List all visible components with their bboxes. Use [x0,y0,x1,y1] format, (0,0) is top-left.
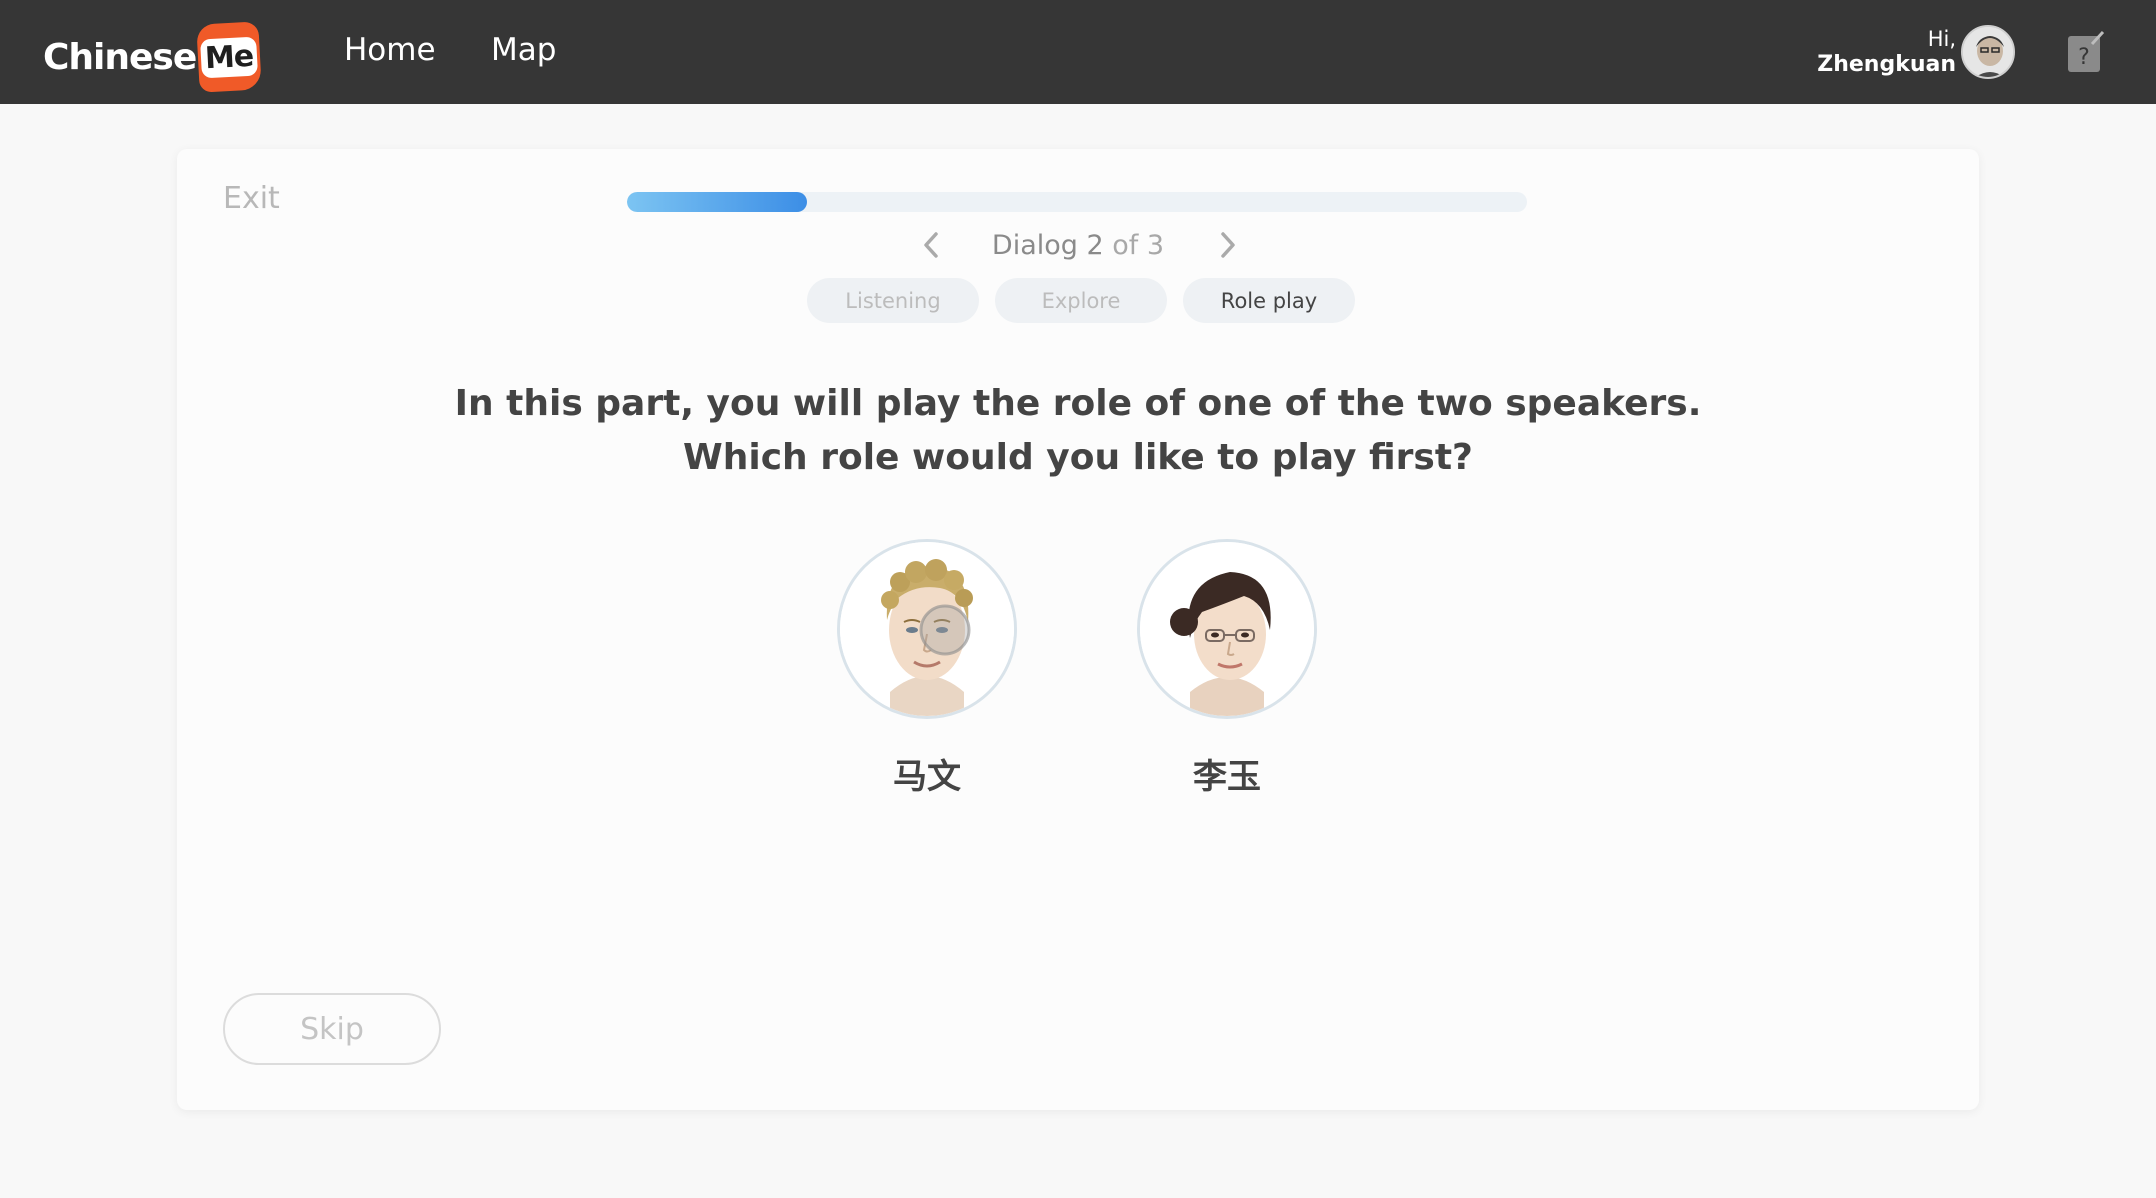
dialog-current: Dialog 2 [991,229,1104,261]
skip-button[interactable]: Skip [223,993,441,1065]
top-navbar: Chinese Me Home Map Hi, Zhengkuan ? [0,0,2156,104]
mode-tabs: Listening Explore Role play [177,278,1979,323]
logo-badge: Me [196,21,263,93]
dialog-navigation: Dialog 2 of 3 [177,225,1979,265]
logo-badge-text: Me [200,36,259,78]
user-greeting: Hi, Zhengkuan [1817,26,1956,78]
tab-explore[interactable]: Explore [995,278,1167,323]
role-name: 马文 [893,757,961,797]
instruction-line-1: In this part, you will play the role of … [454,383,1702,424]
logo-text: Chinese [43,36,197,78]
avatar-portrait-icon [1963,27,2013,77]
tab-listening[interactable]: Listening [807,278,979,323]
exit-link[interactable]: Exit [223,181,280,216]
user-name: Zhengkuan [1817,52,1956,77]
greeting-text: Hi, [1927,27,1956,51]
role-play-instructions: In this part, you will play the role of … [177,377,1979,485]
role-option-mawen[interactable]: 马文 [837,539,1017,798]
role-option-liyu[interactable]: 李玉 [1137,539,1317,798]
chineseme-logo[interactable]: Chinese Me [43,21,263,93]
instruction-line-2: Which role would you like to play first? [683,437,1473,478]
svg-text:?: ? [2078,45,2090,70]
role-name: 李玉 [1193,757,1261,797]
lesson-progress-fill [627,192,807,212]
role-avatar[interactable] [837,539,1017,719]
role-avatar[interactable] [1137,539,1317,719]
help-note-icon[interactable]: ? [2066,30,2106,74]
dialog-counter: Dialog 2 of 3 [992,230,1164,261]
lesson-progress-bar [627,192,1527,212]
lesson-card: Exit Dialog 2 of 3 Listening Explore Rol… [177,149,1979,1110]
nav-map-link[interactable]: Map [491,32,556,68]
tab-role-play[interactable]: Role play [1183,278,1355,323]
nav-home-link[interactable]: Home [344,32,436,68]
dialog-total: of 3 [1112,229,1165,261]
female-character-icon [1140,542,1314,716]
male-character-icon [840,542,1014,716]
chevron-left-icon[interactable] [912,225,952,265]
chevron-right-icon[interactable] [1207,225,1247,265]
user-avatar[interactable] [1961,25,2015,79]
